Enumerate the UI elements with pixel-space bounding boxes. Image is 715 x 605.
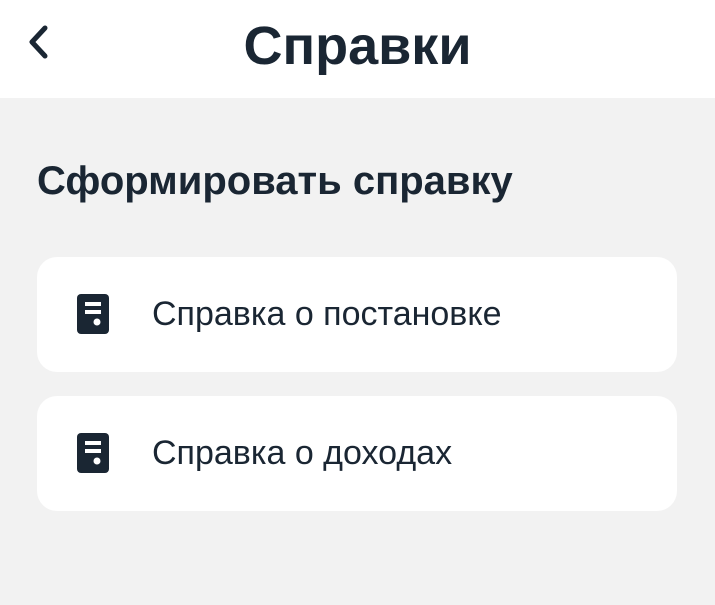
section-title: Сформировать справку xyxy=(37,159,513,203)
document-icon xyxy=(77,294,109,334)
page-title: Справки xyxy=(243,16,472,76)
list-item-income-certificate[interactable]: Справка о доходах xyxy=(37,396,677,511)
app-header: Справки xyxy=(0,0,715,98)
list-item-label: Справка о доходах xyxy=(152,434,453,472)
list-item-registration-certificate[interactable]: Справка о постановке xyxy=(37,257,677,372)
document-icon xyxy=(77,433,109,473)
list-item-label: Справка о постановке xyxy=(152,295,502,333)
